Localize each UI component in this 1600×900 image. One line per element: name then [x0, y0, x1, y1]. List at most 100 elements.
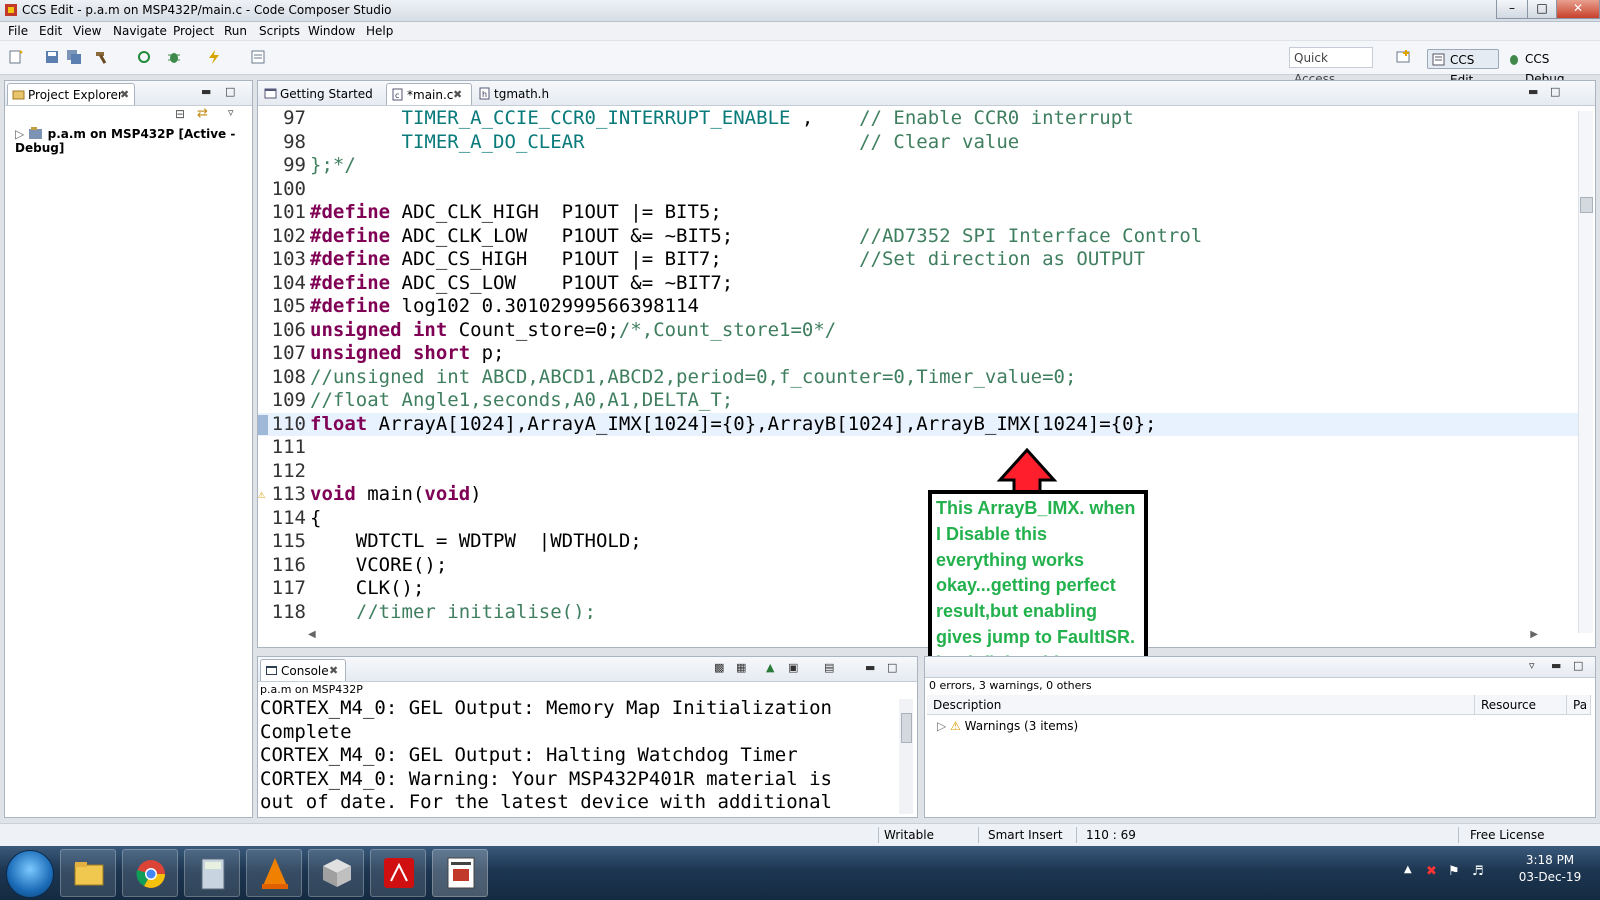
menu-scripts[interactable]: Scripts — [259, 24, 300, 38]
column-path[interactable]: Pa — [1567, 695, 1591, 715]
taskbar-acrobat[interactable] — [370, 849, 426, 897]
perspective-ccs-debug[interactable]: CCS Debug — [1503, 49, 1593, 86]
menu-run[interactable]: Run — [224, 24, 247, 38]
code-line[interactable]: 113 void main(void) ⚠ — [258, 483, 1578, 507]
menu-project[interactable]: Project — [173, 24, 214, 38]
build-hammer-icon[interactable] — [94, 49, 110, 65]
menu-file[interactable]: File — [8, 24, 28, 38]
network-icon[interactable]: ✖ — [1426, 864, 1437, 879]
minimize-view-icon[interactable]: ▬ — [1551, 659, 1561, 672]
new-icon[interactable] — [8, 49, 24, 65]
code-line[interactable]: 114{ — [258, 507, 1578, 531]
tab-tgmath-h[interactable]: h tgmath.h — [474, 83, 554, 105]
column-description[interactable]: Description — [927, 695, 1475, 715]
menu-navigate[interactable]: Navigate — [113, 24, 167, 38]
menu-help[interactable]: Help — [366, 24, 393, 38]
code-line[interactable]: 101 #define ADC_CLK_HIGH P1OUT |= BIT5; — [258, 201, 1578, 225]
view-menu-icon[interactable]: ▿ — [228, 106, 234, 119]
action-center-icon[interactable]: ⚑ — [1448, 864, 1460, 879]
save-icon[interactable] — [44, 49, 60, 65]
code-line[interactable]: 105 #define log102 0.30102999566398114 — [258, 295, 1578, 319]
code-line[interactable]: 108//unsigned int ABCD,ABCD1,ABCD2,perio… — [258, 366, 1578, 390]
minimize-button[interactable]: – — [1496, 0, 1528, 19]
collapse-all-icon[interactable]: ⊟ — [175, 107, 185, 121]
menu-window[interactable]: Window — [308, 24, 355, 38]
minimize-view-icon[interactable]: ▬ — [1528, 85, 1538, 98]
status-license[interactable]: Free License — [1470, 828, 1545, 842]
tab-console[interactable]: Console ✖ — [260, 659, 346, 681]
pin-console-icon[interactable]: ▲ — [766, 661, 774, 674]
code-line[interactable]: 111 — [258, 436, 1578, 460]
taskbar-chrome[interactable] — [122, 849, 178, 897]
tab-main-c[interactable]: c *main.c ✖ — [386, 83, 472, 105]
scroll-lock-icon[interactable]: ▦ — [736, 661, 746, 674]
warning-marker-icon[interactable]: ⚠ — [258, 483, 265, 507]
code-area[interactable]: 97 TIMER_A_CCIE_CCR0_INTERRUPT_ENABLE , … — [258, 107, 1578, 619]
maximize-view-icon[interactable]: □ — [1550, 85, 1560, 98]
volume-icon[interactable]: ♬ — [1472, 864, 1484, 879]
close-tab-icon[interactable]: ✖ — [329, 660, 338, 682]
flash-icon[interactable] — [206, 49, 222, 65]
menu-edit[interactable]: Edit — [39, 24, 62, 38]
link-editor-icon[interactable]: ⇄ — [197, 106, 208, 121]
tab-project-explorer[interactable]: Project Explorer ✖ — [7, 83, 135, 105]
terminal-icon[interactable] — [250, 49, 266, 65]
display-console-icon[interactable]: ▣ — [788, 661, 798, 674]
expand-arrow-icon[interactable]: ▷ — [937, 719, 946, 733]
view-menu-icon[interactable]: ▿ — [1529, 659, 1535, 672]
code-line[interactable]: 118 //timer_initialise(); — [258, 601, 1578, 620]
editor-scroll-thumb[interactable] — [1580, 197, 1593, 213]
taskbar-clock[interactable]: 3:18 PM 03-Dec-19 — [1510, 852, 1590, 886]
maximize-view-icon[interactable]: □ — [887, 661, 897, 674]
code-line[interactable]: 115 WDTCTL = WDTPW |WDTHOLD; — [258, 530, 1578, 554]
code-line[interactable]: 117 CLK(); — [258, 577, 1578, 601]
close-tab-icon[interactable]: ✖ — [120, 84, 129, 106]
maximize-view-icon[interactable]: □ — [225, 85, 235, 98]
maximize-button[interactable]: □ — [1527, 0, 1557, 19]
taskbar-explorer[interactable] — [60, 849, 116, 897]
console-output[interactable]: CORTEX_M4_0: GEL Output: Memory Map Init… — [260, 697, 900, 817]
code-line[interactable]: 97 TIMER_A_CCIE_CCR0_INTERRUPT_ENABLE , … — [258, 107, 1578, 131]
project-tree-item[interactable]: ▷ p.a.m on MSP432P [Active - Debug] — [15, 127, 252, 155]
refresh-icon[interactable] — [136, 49, 152, 65]
console-scroll-thumb[interactable] — [901, 713, 912, 743]
editor-vertical-scrollbar[interactable] — [1578, 111, 1593, 633]
code-line[interactable]: 110 float ArrayA[1024],ArrayA_IMX[1024]={… — [258, 412, 1578, 436]
debug-bug-icon[interactable] — [166, 49, 182, 65]
taskbar-ccs[interactable] — [432, 849, 488, 897]
scroll-right-icon[interactable]: ▶ — [1530, 629, 1538, 640]
code-line[interactable]: 99};*/ — [258, 154, 1578, 178]
code-line[interactable]: 112 — [258, 460, 1578, 484]
code-line[interactable]: 106 unsigned int Count_store=0;/*,Count_s… — [258, 319, 1578, 343]
minimize-view-icon[interactable]: ▬ — [201, 85, 211, 98]
tray-expand-icon[interactable]: ▲ — [1404, 864, 1412, 875]
taskbar-vlc[interactable] — [246, 849, 302, 897]
taskbar-3d-app[interactable] — [308, 849, 364, 897]
close-tab-icon[interactable]: ✖ — [453, 84, 462, 106]
code-line[interactable]: 103 #define ADC_CS_HIGH P1OUT |= BIT7; //… — [258, 248, 1578, 272]
code-line[interactable]: 102 #define ADC_CLK_LOW P1OUT &= ~BIT5; /… — [258, 225, 1578, 249]
code-line[interactable]: 104 #define ADC_CS_LOW P1OUT &= ~BIT7; — [258, 272, 1578, 296]
menu-view[interactable]: View — [73, 24, 101, 38]
code-line[interactable]: 107 unsigned short p; — [258, 342, 1578, 366]
expand-arrow-icon[interactable]: ▷ — [15, 127, 24, 141]
code-line[interactable]: 116 VCORE(); — [258, 554, 1578, 578]
code-line[interactable]: 109//float Angle1,seconds,A0,A1,DELTA_T; — [258, 389, 1578, 413]
table-row[interactable]: ▷ ⚠ Warnings (3 items) — [937, 719, 1078, 733]
perspective-ccs-edit[interactable]: CCS Edit — [1427, 49, 1499, 87]
clear-console-icon[interactable]: ▩ — [714, 661, 724, 674]
open-console-icon[interactable]: ▤ — [824, 661, 834, 674]
scroll-left-icon[interactable]: ◀ — [308, 629, 316, 640]
close-button[interactable]: ✕ — [1556, 0, 1600, 19]
taskbar-calculator[interactable] — [184, 849, 240, 897]
open-perspective-icon[interactable] — [1395, 49, 1411, 65]
minimize-view-icon[interactable]: ▬ — [865, 661, 875, 674]
tab-getting-started[interactable]: Getting Started — [260, 83, 378, 105]
editor-horizontal-scrollbar[interactable]: ◀ ▶ — [308, 629, 1538, 643]
console-vertical-scrollbar[interactable] — [899, 699, 913, 814]
code-line[interactable]: 98 TIMER_A_DO_CLEAR // Clear value — [258, 131, 1578, 155]
start-button[interactable] — [6, 850, 54, 898]
save-all-icon[interactable] — [66, 49, 82, 65]
maximize-view-icon[interactable]: □ — [1573, 659, 1583, 672]
quick-access-field[interactable]: Quick Access — [1289, 47, 1373, 86]
